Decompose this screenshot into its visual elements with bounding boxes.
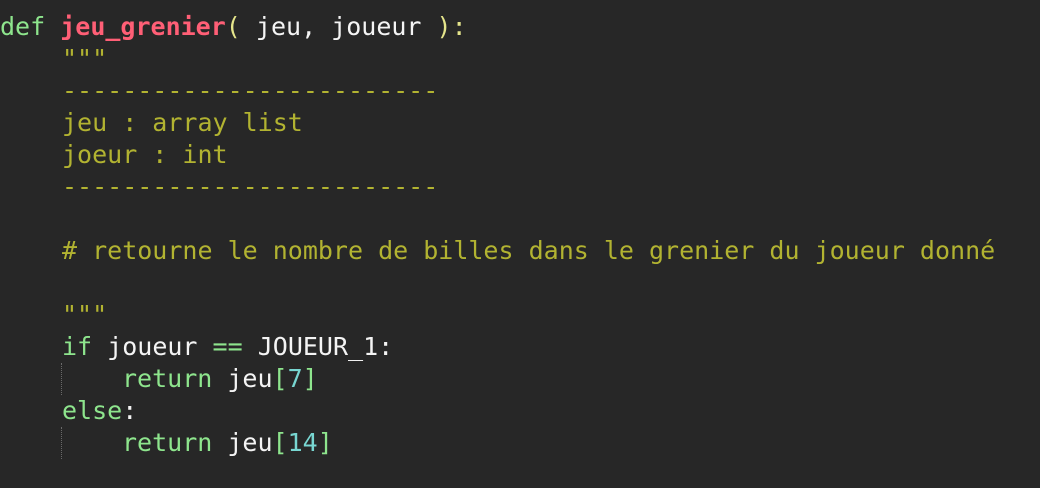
close-bracket-2: ] [317,428,333,457]
docstring-close-quotes: """ [62,300,108,329]
code-editor[interactable]: def jeu_grenier( jeu, joueur ): """ ----… [0,0,1040,488]
else-colon: : [122,396,138,425]
close-paren: ) [436,12,452,41]
param-joueur-text: joeur : int [62,140,228,169]
docstring-comment: # retourne le nombre de billes dans le g… [0,235,995,267]
if-left-operand: joueur [107,332,198,361]
docstring-open-quotes: """ [62,44,108,73]
return-keyword-1: return [122,364,213,393]
docstring-close: """ [0,299,107,331]
code-line-return-2: return jeu[14] [0,427,333,459]
if-right-operand: JOUEUR_1 [257,332,379,361]
docstring-separator-1: ------------------------- [0,75,438,107]
param-jeu-text: jeu : array list [62,108,303,137]
code-line-def: def jeu_grenier( jeu, joueur ): [0,11,467,43]
def-colon: : [451,12,467,41]
if-keyword: if [62,332,93,361]
return-target-2: jeu [227,428,273,457]
equality-operator: == [212,332,243,361]
open-bracket-2: [ [272,428,288,457]
close-bracket-1: ] [302,364,318,393]
function-params: jeu, joueur [240,12,437,41]
open-paren: ( [225,12,241,41]
def-keyword: def [0,12,46,41]
docstring-open: """ [0,43,107,75]
else-keyword: else [62,396,123,425]
return-target-1: jeu [227,364,273,393]
code-line-return-1: return jeu[7] [0,363,318,395]
separator-text-2: ------------------------- [62,172,439,201]
return-keyword-2: return [122,428,213,457]
separator-text-1: ------------------------- [62,76,439,105]
code-line-if: if joueur == JOUEUR_1: [0,331,393,363]
docstring-param-jeu: jeu : array list [0,107,303,139]
index-number-2: 14 [287,428,318,457]
comment-text: # retourne le nombre de billes dans le g… [62,236,996,265]
if-colon: : [378,332,394,361]
code-line-else: else: [0,395,137,427]
docstring-param-joueur: joeur : int [0,139,228,171]
open-bracket-1: [ [272,364,288,393]
docstring-separator-2: ------------------------- [0,171,438,203]
function-name: jeu_grenier [60,12,226,41]
index-number-1: 7 [287,364,303,393]
